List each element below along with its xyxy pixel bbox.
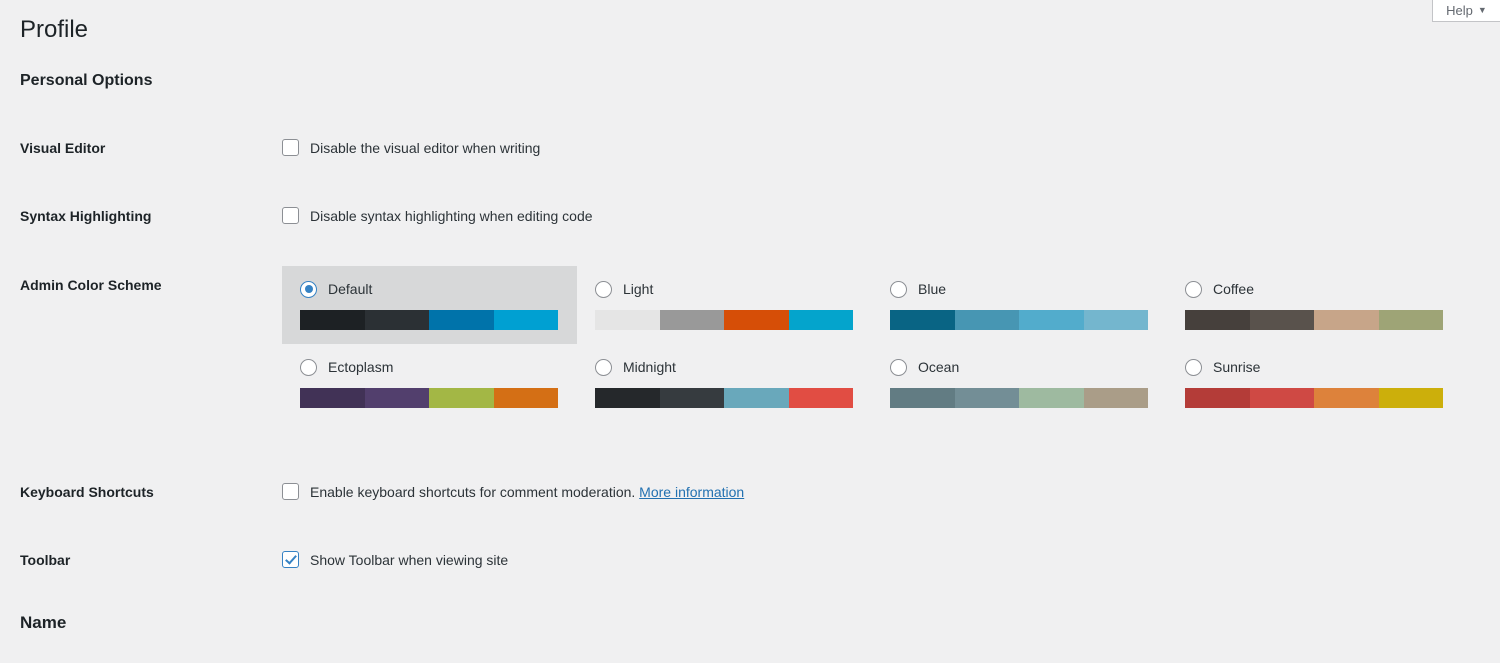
color-scheme-label-coffee[interactable]: Coffee: [1213, 281, 1254, 297]
color-scheme-row: Ectoplasm Midnight Ocean Sunrise: [282, 344, 1472, 422]
color-scheme-head: Coffee: [1185, 278, 1444, 300]
color-scheme-swatch-midnight[interactable]: [595, 388, 853, 408]
syntax-highlighting-checkbox[interactable]: [282, 207, 299, 224]
swatch-color-3: [1019, 310, 1084, 330]
keyboard-shortcuts-checkbox-label[interactable]: Enable keyboard shortcuts for comment mo…: [310, 484, 635, 500]
swatch-color-2: [364, 388, 429, 408]
color-scheme-label-default[interactable]: Default: [328, 281, 372, 297]
row-label-toolbar: Toolbar: [20, 552, 71, 568]
color-scheme-radio-default[interactable]: [300, 280, 317, 298]
color-scheme-option-light[interactable]: Light: [577, 266, 872, 344]
swatch-color-1: [300, 388, 365, 408]
color-scheme-swatch-default[interactable]: [300, 310, 558, 330]
syntax-highlighting-checkbox-label[interactable]: Disable syntax highlighting when editing…: [310, 208, 593, 224]
section-heading-personal-options: Personal Options: [20, 72, 153, 89]
row-label-keyboard-shortcuts: Keyboard Shortcuts: [20, 484, 154, 500]
color-scheme-label-light[interactable]: Light: [623, 281, 653, 297]
color-scheme-swatch-ectoplasm[interactable]: [300, 388, 558, 408]
color-scheme-option-default[interactable]: Default: [282, 266, 577, 344]
visual-editor-checkbox-label[interactable]: Disable the visual editor when writing: [310, 140, 540, 156]
color-scheme-option-sunrise[interactable]: Sunrise: [1167, 344, 1462, 422]
swatch-color-2: [659, 310, 724, 330]
color-scheme-head: Blue: [890, 278, 1149, 300]
color-scheme-swatch-light[interactable]: [595, 310, 853, 330]
swatch-color-3: [429, 388, 494, 408]
swatch-color-1: [595, 310, 660, 330]
swatch-color-4: [788, 388, 853, 408]
swatch-color-4: [1083, 310, 1148, 330]
swatch-color-3: [724, 310, 789, 330]
color-scheme-radio-coffee[interactable]: [1185, 280, 1202, 298]
color-scheme-option-blue[interactable]: Blue: [872, 266, 1167, 344]
swatch-color-2: [659, 388, 724, 408]
section-heading-name: Name: [20, 613, 67, 632]
color-scheme-row: Default Light Blue Coffee: [282, 266, 1472, 344]
visual-editor-checkbox[interactable]: [282, 139, 299, 156]
color-scheme-swatch-sunrise[interactable]: [1185, 388, 1443, 408]
color-scheme-option-ocean[interactable]: Ocean: [872, 344, 1167, 422]
color-scheme-radio-light[interactable]: [595, 280, 612, 298]
color-scheme-head: Sunrise: [1185, 356, 1444, 378]
swatch-color-1: [1185, 310, 1250, 330]
swatch-color-1: [1185, 388, 1250, 408]
swatch-color-3: [1019, 388, 1084, 408]
swatch-color-3: [724, 388, 789, 408]
row-field-toolbar: Show Toolbar when viewing site: [282, 551, 508, 568]
swatch-color-2: [364, 310, 429, 330]
color-scheme-label-ocean[interactable]: Ocean: [918, 359, 959, 375]
swatch-color-4: [1378, 310, 1443, 330]
color-scheme-swatch-blue[interactable]: [890, 310, 1148, 330]
admin-color-scheme-grid: Default Light Blue Coffee Ectoplasm Midn…: [282, 266, 1472, 422]
swatch-color-2: [954, 388, 1019, 408]
color-scheme-head: Light: [595, 278, 854, 300]
color-scheme-label-blue[interactable]: Blue: [918, 281, 946, 297]
color-scheme-head: Midnight: [595, 356, 854, 378]
more-information-link[interactable]: More information: [639, 484, 744, 500]
toolbar-checkbox[interactable]: [282, 551, 299, 568]
swatch-color-4: [493, 388, 558, 408]
row-field-syntax-highlighting: Disable syntax highlighting when editing…: [282, 207, 593, 224]
swatch-color-3: [429, 310, 494, 330]
swatch-color-2: [1249, 310, 1314, 330]
row-label-syntax-highlighting: Syntax Highlighting: [20, 208, 152, 224]
color-scheme-radio-sunrise[interactable]: [1185, 358, 1202, 376]
keyboard-shortcuts-checkbox[interactable]: [282, 483, 299, 500]
swatch-color-4: [493, 310, 558, 330]
color-scheme-radio-blue[interactable]: [890, 280, 907, 298]
color-scheme-swatch-ocean[interactable]: [890, 388, 1148, 408]
swatch-color-4: [788, 310, 853, 330]
swatch-color-3: [1314, 388, 1379, 408]
row-field-visual-editor: Disable the visual editor when writing: [282, 139, 540, 156]
swatch-color-3: [1314, 310, 1379, 330]
swatch-color-1: [595, 388, 660, 408]
toolbar-checkbox-label[interactable]: Show Toolbar when viewing site: [310, 552, 508, 568]
color-scheme-option-coffee[interactable]: Coffee: [1167, 266, 1462, 344]
color-scheme-head: Ectoplasm: [300, 356, 559, 378]
row-field-keyboard-shortcuts: Enable keyboard shortcuts for comment mo…: [282, 483, 744, 500]
color-scheme-radio-ectoplasm[interactable]: [300, 358, 317, 376]
color-scheme-label-sunrise[interactable]: Sunrise: [1213, 359, 1260, 375]
row-label-admin-color-scheme: Admin Color Scheme: [20, 277, 162, 293]
color-scheme-label-midnight[interactable]: Midnight: [623, 359, 676, 375]
chevron-down-icon: ▼: [1477, 5, 1487, 15]
swatch-color-2: [1249, 388, 1314, 408]
color-scheme-head: Ocean: [890, 356, 1149, 378]
swatch-color-2: [954, 310, 1019, 330]
swatch-color-1: [890, 388, 955, 408]
color-scheme-option-midnight[interactable]: Midnight: [577, 344, 872, 422]
help-tab[interactable]: Help ▼: [1432, 0, 1500, 22]
swatch-color-4: [1083, 388, 1148, 408]
swatch-color-1: [890, 310, 955, 330]
swatch-color-4: [1378, 388, 1443, 408]
row-label-visual-editor: Visual Editor: [20, 140, 106, 156]
color-scheme-option-ectoplasm[interactable]: Ectoplasm: [282, 344, 577, 422]
color-scheme-radio-ocean[interactable]: [890, 358, 907, 376]
page-title: Profile: [20, 16, 89, 43]
color-scheme-label-ectoplasm[interactable]: Ectoplasm: [328, 359, 393, 375]
help-tab-label: Help: [1446, 3, 1473, 18]
color-scheme-radio-midnight[interactable]: [595, 358, 612, 376]
color-scheme-head: Default: [300, 278, 559, 300]
swatch-color-1: [300, 310, 365, 330]
color-scheme-swatch-coffee[interactable]: [1185, 310, 1443, 330]
